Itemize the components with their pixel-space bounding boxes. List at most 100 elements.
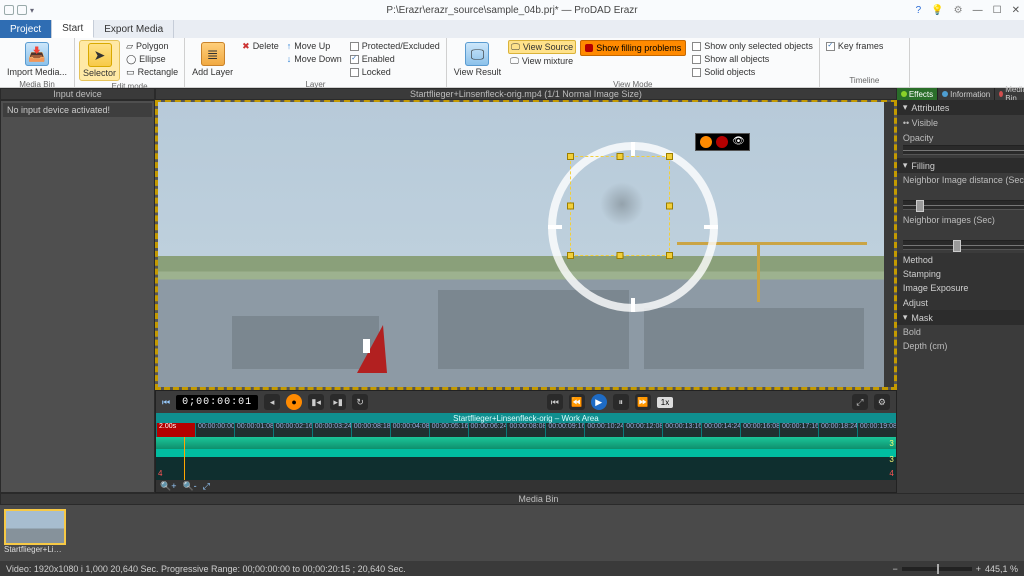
- zoom-out-icon[interactable]: 🔍-: [182, 481, 196, 492]
- ruler-mark: 00:00:09:16: [545, 423, 584, 437]
- show-filling-problems-button[interactable]: Show filling problems: [580, 40, 686, 56]
- resize-handle[interactable]: [617, 153, 624, 160]
- ellipse-tool[interactable]: ◯Ellipse: [124, 53, 180, 65]
- record-dot-icon[interactable]: [700, 136, 712, 148]
- resize-handle[interactable]: [666, 153, 673, 160]
- import-media-label: Import Media...: [7, 67, 67, 77]
- zoom-fit-button[interactable]: ⤢: [852, 394, 868, 410]
- selector-tool-button[interactable]: ➤ Selector: [79, 40, 120, 81]
- minimize-button[interactable]: —: [973, 5, 983, 16]
- media-clip[interactable]: Startflieger+Linsenfleck-orig: [4, 509, 66, 554]
- polygon-tool[interactable]: ▱Polygon: [124, 40, 180, 52]
- mask-header[interactable]: ▾ Mask: [897, 310, 1024, 325]
- resize-handle[interactable]: [666, 252, 673, 259]
- attributes-header[interactable]: ▾ Attributes: [897, 100, 1024, 115]
- show-only-selected-checkbox[interactable]: Show only selected objects: [690, 40, 815, 52]
- stop-dot-icon[interactable]: [716, 136, 728, 148]
- enabled-checkbox[interactable]: Enabled: [348, 53, 442, 65]
- playback-speed[interactable]: 1x: [657, 397, 673, 408]
- close-button[interactable]: ✕: [1012, 5, 1020, 16]
- loop-button[interactable]: ↻: [352, 394, 368, 410]
- settings-gear-icon[interactable]: ⚙: [954, 5, 963, 16]
- video-track[interactable]: [156, 437, 896, 449]
- resize-handle[interactable]: [617, 252, 624, 259]
- stamping-row[interactable]: Stamping: [897, 267, 1024, 281]
- ruler-mark: 00:00:02:16: [273, 423, 312, 437]
- play-button[interactable]: ▶: [591, 394, 607, 410]
- maximize-button[interactable]: ☐: [993, 5, 1002, 16]
- locked-checkbox[interactable]: Locked: [348, 66, 442, 78]
- import-media-button[interactable]: 📥 Import Media...: [4, 40, 70, 79]
- filling-header[interactable]: ▾ Filling: [897, 158, 1024, 173]
- media-bin: Startflieger+Linsenfleck-orig: [0, 505, 1024, 561]
- zoom-in-button[interactable]: +: [976, 564, 981, 574]
- qat-save-icon[interactable]: [4, 5, 14, 15]
- timeline-ruler[interactable]: 2.00s 00:00:00:00 00:00:01:08 00:00:02:1…: [156, 423, 896, 437]
- tab-media-bin[interactable]: Media Bin: [995, 88, 1024, 100]
- zoom-slider[interactable]: [902, 567, 972, 571]
- settings-button[interactable]: ⚙: [874, 394, 890, 410]
- opacity-slider[interactable]: [903, 145, 1024, 155]
- prev-button[interactable]: ◂: [264, 394, 280, 410]
- neighbor-distance-slider[interactable]: [903, 200, 1024, 210]
- keyframes-checkbox[interactable]: Key frames: [824, 40, 886, 52]
- tips-icon[interactable]: 💡: [931, 5, 943, 16]
- view-result-label: View Result: [454, 67, 501, 77]
- workarea-label: Startflieger+Linsenfleck-orig – Work Are…: [156, 413, 896, 423]
- rewind-button[interactable]: ⏪: [569, 394, 585, 410]
- preview-header: Startflieger+Linsenfleck-orig.mp4 (1/1 N…: [155, 88, 897, 100]
- visibility-icon[interactable]: 👁: [732, 136, 745, 148]
- adjust-row[interactable]: Adjust▾: [897, 295, 1024, 310]
- neighbor-images-slider[interactable]: [903, 240, 1024, 250]
- tab-information[interactable]: Information: [938, 88, 995, 100]
- resize-handle[interactable]: [567, 252, 574, 259]
- view-result-button[interactable]: 🖵 View Result: [451, 40, 504, 79]
- selection-box[interactable]: [570, 156, 670, 256]
- zoom-out-button[interactable]: −: [892, 564, 897, 574]
- pause-button[interactable]: ⏸: [613, 394, 629, 410]
- tab-effects[interactable]: Effects: [897, 88, 938, 100]
- tab-start[interactable]: Start: [52, 20, 94, 38]
- playhead[interactable]: [184, 437, 185, 480]
- tab-project[interactable]: Project: [0, 20, 52, 38]
- view-source-button[interactable]: 🖵View Source: [508, 40, 576, 54]
- tab-export-media[interactable]: Export Media: [94, 20, 174, 38]
- ruler-mark: 00:00:12:08: [623, 423, 662, 437]
- ruler-mark: 00:00:13:16: [662, 423, 701, 437]
- protected-checkbox[interactable]: Protected/Excluded: [348, 40, 442, 52]
- visible-row: •• Visible: [897, 115, 1024, 130]
- image-exposure-row[interactable]: Image Exposure: [897, 281, 1024, 295]
- resize-handle[interactable]: [567, 153, 574, 160]
- resize-handle[interactable]: [567, 203, 574, 210]
- goto-in-button[interactable]: ⏮: [547, 394, 563, 410]
- goto-start-icon[interactable]: ⏮: [162, 397, 170, 408]
- zoom-in-icon[interactable]: 🔍+: [160, 481, 176, 492]
- rectangle-tool[interactable]: ▭Rectangle: [124, 66, 180, 78]
- qat-dropdown-icon[interactable]: ▾: [30, 6, 34, 15]
- step-back-button[interactable]: ▮◂: [308, 394, 324, 410]
- forward-button[interactable]: ⏩: [635, 394, 651, 410]
- solid-objects-checkbox[interactable]: Solid objects: [690, 66, 815, 78]
- move-down-button[interactable]: ↓Move Down: [285, 53, 344, 65]
- ellipse-icon: ◯: [126, 53, 136, 65]
- qat-undo-icon[interactable]: [17, 5, 27, 15]
- help-icon[interactable]: ?: [916, 5, 922, 16]
- delete-layer-button[interactable]: ✖Delete: [240, 40, 281, 52]
- ribbon: 📥 Import Media... Media Bin ➤ Selector ▱…: [0, 38, 1024, 88]
- preview-canvas[interactable]: 👁: [155, 100, 897, 390]
- attributes-panel: ▾ Attributes •• Visible Opacity ▾ Fillin…: [897, 100, 1024, 493]
- view-mixture-button[interactable]: 🖵View mixture: [508, 55, 576, 67]
- timeline-tracks[interactable]: 3 3 4 4: [156, 437, 896, 480]
- mask-track[interactable]: [156, 449, 896, 457]
- step-fwd-button[interactable]: ▸▮: [330, 394, 346, 410]
- add-layer-button[interactable]: ≣ Add Layer: [189, 40, 236, 79]
- zoom-fit-icon[interactable]: ⤢: [203, 481, 210, 492]
- show-all-objects-checkbox[interactable]: Show all objects: [690, 53, 815, 65]
- move-up-button[interactable]: ↑Move Up: [285, 40, 344, 52]
- canvas-vscroll[interactable]: [884, 102, 894, 387]
- method-row[interactable]: Method: [897, 253, 1024, 267]
- zoom-value: 445,1 %: [985, 564, 1018, 574]
- arrow-up-icon: ↑: [287, 40, 292, 52]
- record-button[interactable]: ●: [286, 394, 302, 410]
- resize-handle[interactable]: [666, 203, 673, 210]
